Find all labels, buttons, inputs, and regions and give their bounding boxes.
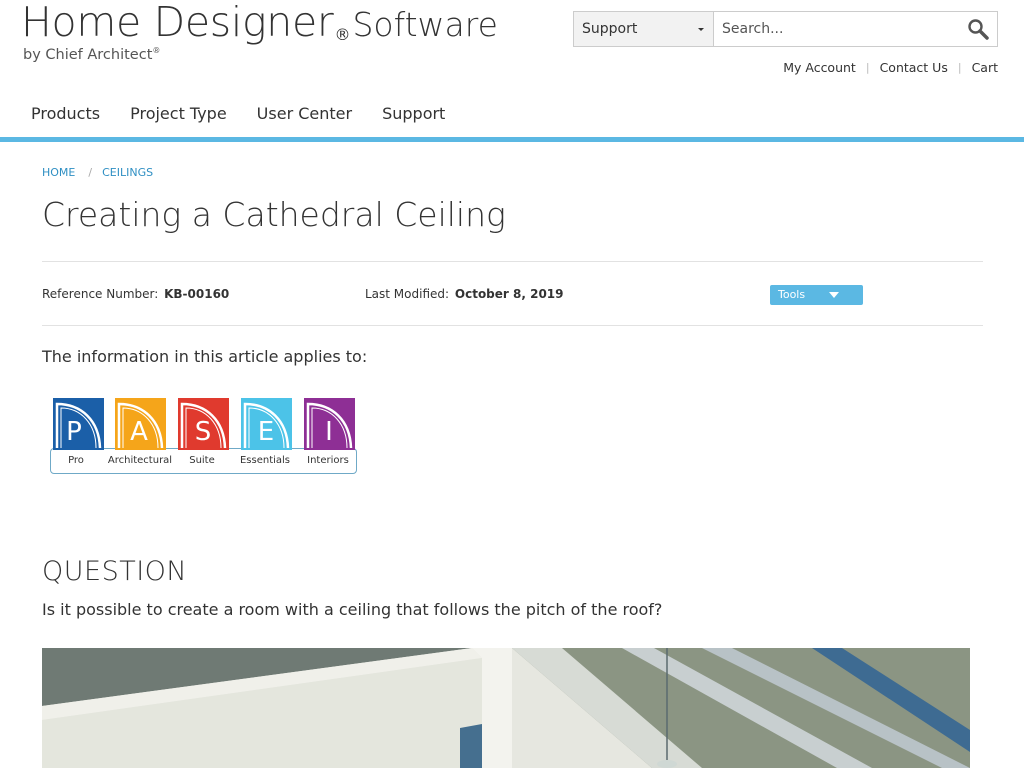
last-modified-value: October 8, 2019 [454, 287, 564, 301]
product-label-essentials: Essentials [239, 455, 291, 466]
product-label-architectural: Architectural [107, 455, 173, 466]
essentials-product-icon: E [241, 398, 292, 450]
utility-links: My Account | Contact Us | Cart [783, 60, 998, 75]
reference-label: Reference Number: [42, 287, 159, 301]
nav-item-user-center[interactable]: User Center [242, 94, 367, 133]
search-input[interactable] [714, 12, 959, 46]
architectural-product-icon: A [115, 398, 166, 450]
breadcrumb-separator: / [88, 166, 93, 179]
pro-product-icon: P [53, 398, 104, 450]
page-title: Creating a Cathedral Ceiling [42, 195, 506, 234]
cathedral-ceiling-image [42, 648, 970, 768]
cart-link[interactable]: Cart [972, 60, 998, 75]
article-meta: Reference Number: KB-00160 Last Modified… [42, 261, 983, 326]
nav-item-project-type[interactable]: Project Type [115, 94, 242, 133]
suite-product-icon: S [178, 398, 229, 450]
nav-item-products[interactable]: Products [16, 94, 115, 133]
logo-registered-mark: ® [334, 25, 351, 44]
architectural-icon-letter: A [130, 417, 148, 447]
tools-dropdown-button[interactable]: Tools [770, 285, 863, 305]
last-modified: Last Modified: October 8, 2019 [365, 287, 564, 301]
suite-icon-letter: S [195, 417, 212, 447]
question-heading: QUESTION [42, 556, 188, 587]
my-account-link[interactable]: My Account [783, 60, 856, 75]
search-category-select[interactable]: Support [574, 12, 714, 46]
logo-byline: by Chief Architect® [23, 46, 160, 63]
pro-icon-letter: P [66, 417, 82, 447]
search-bar: Support [573, 11, 998, 47]
chevron-down-icon [698, 28, 704, 31]
interiors-icon-letter: I [325, 417, 333, 447]
main-nav: Products Project Type User Center Suppor… [0, 94, 1024, 142]
breadcrumb-ceilings[interactable]: CEILINGS [102, 166, 153, 179]
essentials-icon-letter: E [258, 417, 274, 447]
product-icons: P A S E I [53, 398, 355, 450]
search-category-value: Support [582, 21, 638, 37]
divider: | [957, 61, 962, 74]
contact-us-link[interactable]: Contact Us [880, 60, 948, 75]
interiors-product-icon: I [304, 398, 355, 450]
last-modified-label: Last Modified: [365, 287, 450, 301]
breadcrumb: HOME / CEILINGS [42, 166, 153, 179]
reference-number: Reference Number: KB-00160 [42, 287, 229, 301]
chevron-down-icon [829, 292, 839, 298]
divider: | [865, 61, 870, 74]
tools-label: Tools [778, 288, 806, 301]
logo-byline-reg: ® [152, 46, 161, 55]
logo-title: Home Designer [21, 0, 334, 46]
reference-value: KB-00160 [164, 287, 230, 301]
site-logo[interactable]: Home Designer®Software [21, 0, 498, 46]
product-label-pro: Pro [68, 455, 84, 466]
question-text: Is it possible to create a room with a c… [42, 600, 663, 619]
search-icon [968, 19, 989, 40]
product-label-suite: Suite [189, 455, 215, 466]
breadcrumb-home[interactable]: HOME [42, 166, 75, 179]
product-label-interiors: Interiors [307, 455, 349, 466]
search-button[interactable] [959, 12, 997, 46]
logo-software: Software [352, 5, 498, 44]
nav-item-support[interactable]: Support [367, 94, 460, 133]
logo-byline-text: by Chief Architect [23, 46, 153, 63]
applies-to-text: The information in this article applies … [42, 347, 368, 366]
